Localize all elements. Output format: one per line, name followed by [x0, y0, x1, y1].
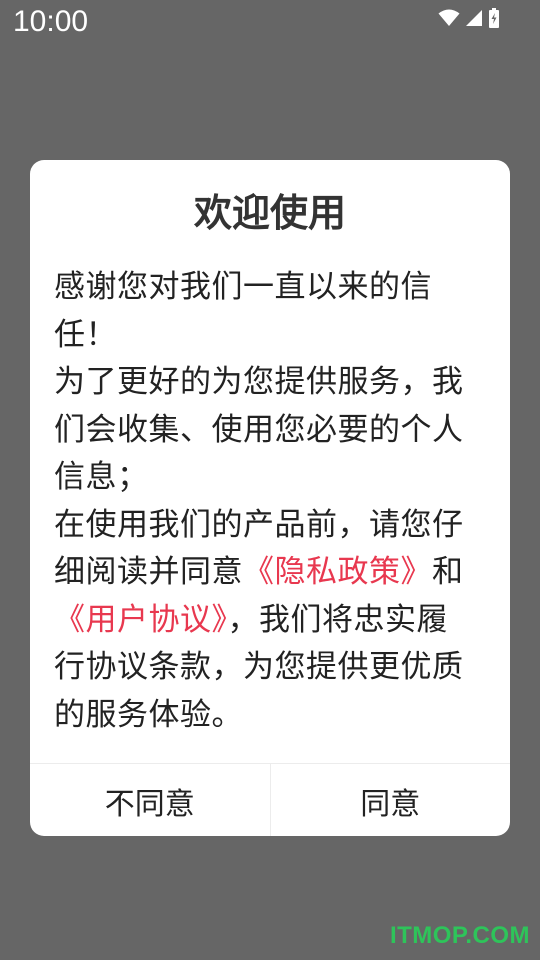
- battery-charging-icon: [488, 8, 500, 28]
- wifi-icon: [438, 9, 460, 27]
- user-agreement-link[interactable]: 《用户协议》: [54, 602, 228, 638]
- dialog-body: 感谢您对我们一直以来的信任！ 为了更好的为您提供服务，我们会收集、使用您必要的个…: [54, 264, 474, 739]
- dialog-footer: 不同意 同意: [30, 763, 510, 836]
- privacy-dialog: 欢迎使用 感谢您对我们一直以来的信任！ 为了更好的为您提供服务，我们会收集、使用…: [30, 160, 510, 836]
- status-time: 10:00: [13, 5, 89, 38]
- status-bar: 10:00: [0, 0, 540, 44]
- cellular-signal-icon: [465, 9, 483, 27]
- body-text-thanks: 感谢您对我们一直以来的信任！: [54, 269, 432, 353]
- privacy-policy-link[interactable]: 《隐私政策》: [243, 554, 432, 590]
- status-icons: [438, 8, 500, 28]
- agree-button[interactable]: 同意: [271, 764, 511, 836]
- disagree-button[interactable]: 不同意: [30, 764, 271, 836]
- body-text-info-collection: 为了更好的为您提供服务，我们会收集、使用您必要的个人信息；: [54, 364, 464, 495]
- body-text-and: 和: [432, 554, 464, 590]
- dialog-title: 欢迎使用: [193, 191, 346, 235]
- site-watermark: ITMOP.COM: [389, 922, 530, 949]
